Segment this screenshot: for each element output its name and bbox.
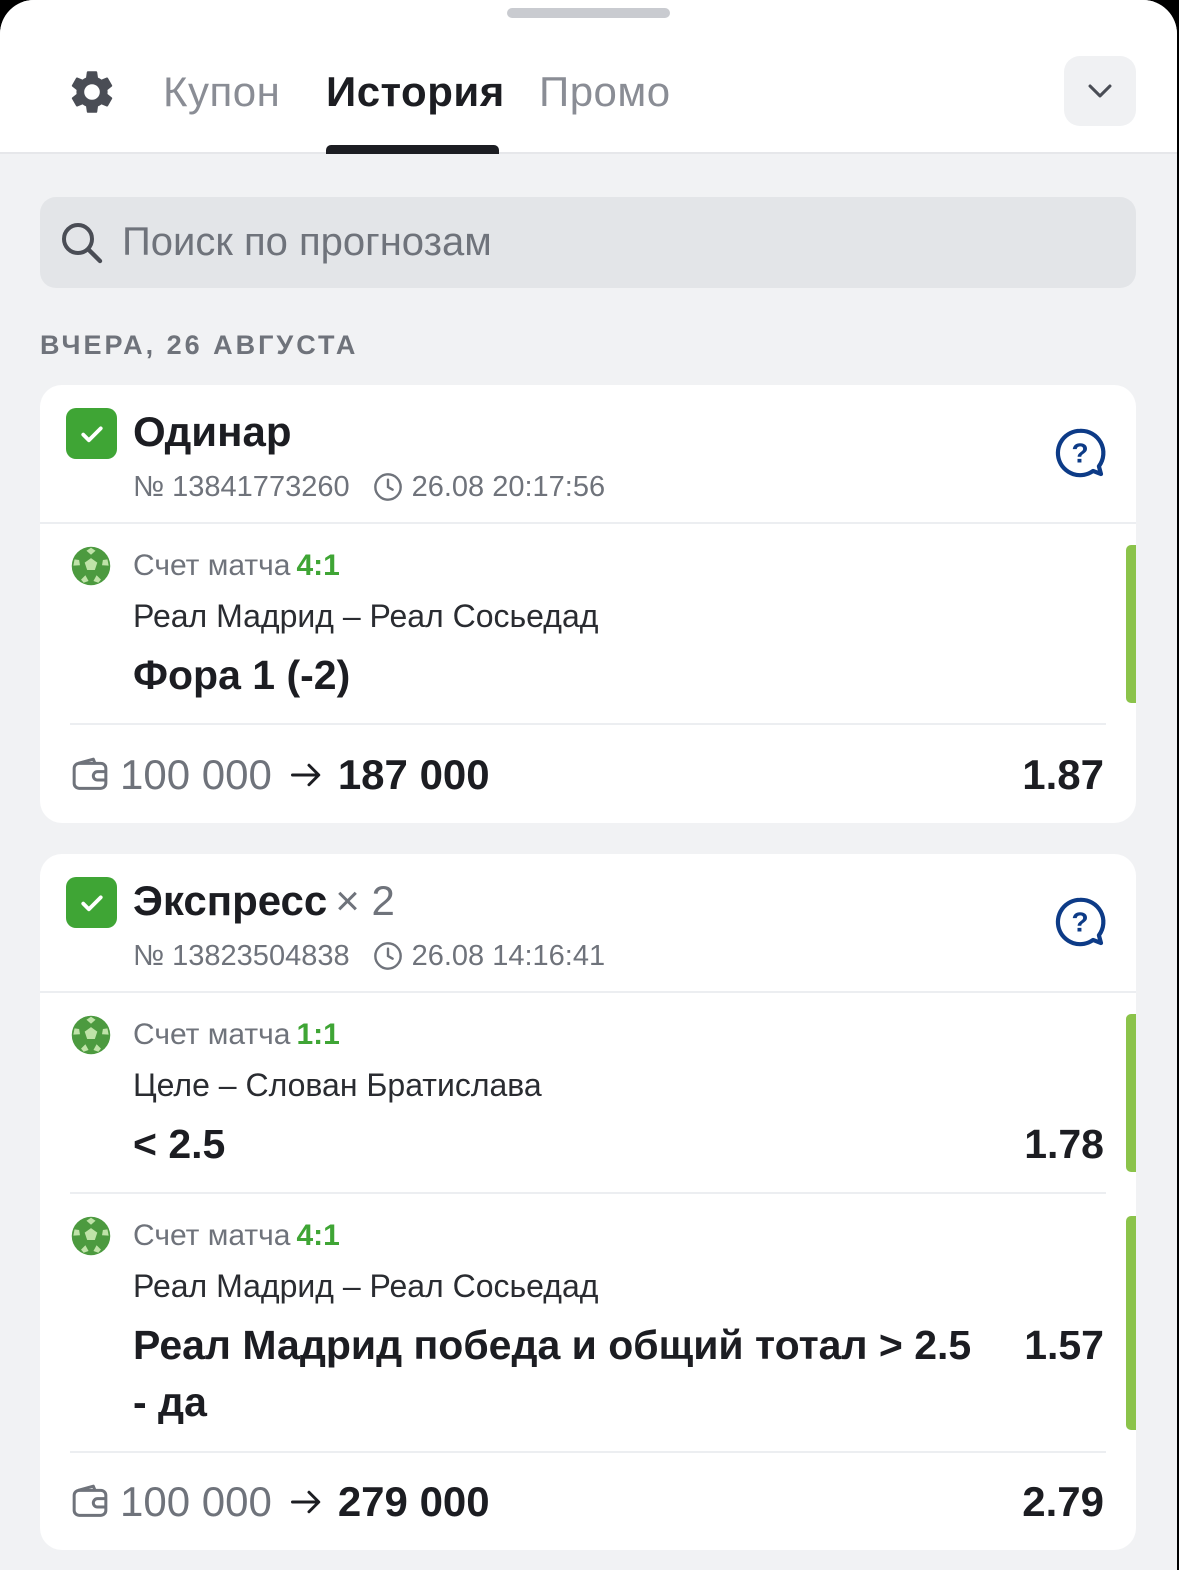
help-chat-icon[interactable]: ? — [1052, 425, 1108, 481]
bet-outcome: < 2.5 — [133, 1121, 226, 1167]
match-name: Целе – Слован Братислава — [133, 1067, 542, 1103]
selection-coefficient: 1.57 — [1024, 1322, 1104, 1368]
search-bar — [40, 197, 1136, 288]
bet-time: 26.08 14:16:41 — [411, 940, 606, 972]
active-tab-indicator — [326, 145, 499, 154]
gear-icon[interactable] — [66, 66, 118, 118]
date-group-header: ВЧЕРА, 26 АВГУСТА — [40, 330, 359, 360]
win-indicator-bar — [1126, 545, 1136, 703]
divider — [70, 1192, 1106, 1194]
bet-time: 26.08 20:17:56 — [411, 471, 606, 503]
header: Купон История Промо — [0, 0, 1177, 154]
football-icon — [71, 1216, 111, 1256]
bet-type: Экспресс × 2 — [133, 877, 395, 924]
bet-meta: № 13841773260 26.08 20:17:56 — [133, 469, 605, 505]
payout-amount: 187 000 — [337, 751, 490, 798]
tab-coupon[interactable]: Купон — [163, 66, 280, 118]
stake-payout: 100 000 279 000 — [70, 1472, 490, 1532]
match-score: Счет матча 4:1 — [133, 549, 340, 582]
total-coefficient: 1.87 — [1022, 751, 1104, 798]
wallet-icon — [72, 1484, 108, 1517]
bet-card[interactable]: Экспресс × 2 № 13823504838 26.08 14:16:41… — [40, 854, 1136, 1550]
football-icon — [71, 546, 111, 586]
help-chat-icon[interactable]: ? — [1052, 894, 1108, 950]
bet-slip-sheet: Купон История Промо ВЧЕРА, 26 АВГУСТА Од… — [0, 0, 1177, 1570]
bet-number: № 13823504838 — [133, 940, 350, 972]
match-name: Реал Мадрид – Реал Сосьедад — [133, 1268, 599, 1304]
match-score: Счет матча 1:1 — [133, 1018, 340, 1051]
payout-amount: 279 000 — [337, 1478, 490, 1525]
selection-coefficient: 1.78 — [1024, 1121, 1104, 1167]
win-indicator-bar — [1126, 1014, 1136, 1172]
stake-amount: 100 000 — [120, 1478, 272, 1525]
wallet-icon — [72, 757, 108, 790]
arrow-right-icon — [290, 763, 321, 787]
search-icon — [62, 223, 103, 264]
bet-card[interactable]: Одинар № 13841773260 26.08 20:17:56 ? Сч… — [40, 385, 1136, 823]
tab-history[interactable]: История — [326, 66, 505, 118]
divider — [70, 1451, 1106, 1453]
collapse-button[interactable] — [1064, 56, 1136, 126]
svg-text:?: ? — [1071, 437, 1088, 468]
stake-payout: 100 000 187 000 — [70, 745, 490, 805]
clock-icon — [373, 942, 402, 970]
search-input[interactable] — [122, 197, 1102, 288]
check-icon — [66, 408, 117, 459]
bet-meta: № 13823504838 26.08 14:16:41 — [133, 938, 605, 974]
win-indicator-bar — [1126, 1216, 1136, 1430]
arrow-right-icon — [290, 1490, 321, 1514]
chevron-down-icon — [1088, 84, 1112, 98]
clock-icon — [373, 473, 402, 501]
drag-handle[interactable] — [507, 8, 670, 18]
bet-type: Одинар — [133, 408, 292, 455]
stake-amount: 100 000 — [120, 751, 272, 798]
bet-outcome: Реал Мадрид победа и общий тотал > 2.5 -… — [133, 1322, 972, 1425]
tab-promo[interactable]: Промо — [539, 66, 671, 118]
bet-multiplier: × 2 — [335, 877, 395, 924]
bet-outcome: Фора 1 (-2) — [133, 652, 351, 698]
check-icon — [66, 877, 117, 928]
divider — [40, 991, 1136, 993]
bet-number: № 13841773260 — [133, 471, 350, 503]
total-coefficient: 2.79 — [1022, 1478, 1104, 1525]
svg-text:?: ? — [1071, 906, 1088, 937]
match-name: Реал Мадрид – Реал Сосьедад — [133, 598, 599, 634]
divider — [70, 723, 1106, 725]
football-icon — [71, 1015, 111, 1055]
divider — [40, 522, 1136, 524]
match-score: Счет матча 4:1 — [133, 1219, 340, 1252]
